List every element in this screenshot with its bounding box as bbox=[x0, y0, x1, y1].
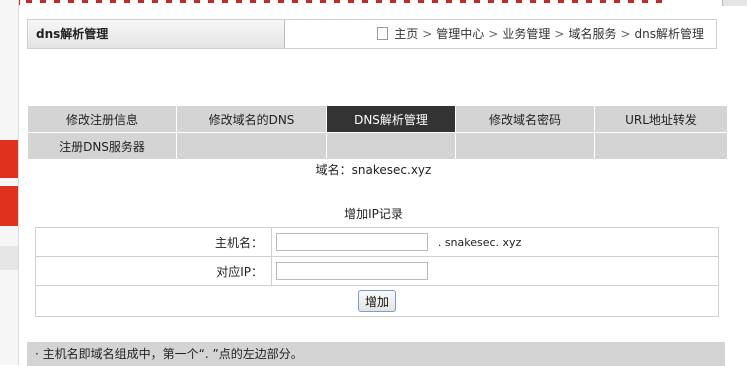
document-icon bbox=[377, 27, 389, 40]
chevron-right-icon: > bbox=[620, 27, 631, 41]
tab-empty bbox=[176, 132, 327, 160]
chevron-right-icon: > bbox=[488, 27, 499, 41]
submit-cell: 增加 bbox=[35, 285, 719, 317]
tab-empty bbox=[326, 132, 456, 160]
breadcrumb-domain-service[interactable]: 域名服务 bbox=[568, 27, 616, 41]
breadcrumb: 主页 > 管理中心 > 业务管理 > 域名服务 > dns解析管理 bbox=[377, 20, 704, 48]
add-ip-form: 主机名： . snakesec. xyz 对应IP： 增加 bbox=[35, 227, 719, 317]
breadcrumb-admin-center[interactable]: 管理中心 bbox=[436, 27, 484, 41]
ip-label: 对应IP： bbox=[35, 256, 272, 286]
host-label: 主机名： bbox=[35, 227, 272, 257]
top-right-tab bbox=[722, 0, 747, 6]
host-suffix: . snakesec. xyz bbox=[437, 235, 522, 249]
header-bar: dns解析管理 主页 > 管理中心 > 业务管理 > 域名服务 > dns解析管理 bbox=[27, 19, 717, 49]
chevron-right-icon: > bbox=[554, 27, 565, 41]
note-bar: · 主机名即域名组成中，第一个“. ”点的左边部分。 bbox=[27, 342, 725, 366]
breadcrumb-business[interactable]: 业务管理 bbox=[502, 27, 550, 41]
form-title: 增加IP记录 bbox=[344, 207, 403, 221]
add-button[interactable]: 增加 bbox=[358, 290, 396, 312]
tab-empty bbox=[455, 132, 595, 160]
ip-input[interactable] bbox=[276, 262, 428, 280]
left-sidebar-strip bbox=[0, 0, 19, 365]
tab-register-dns-server[interactable]: 注册DNS服务器 bbox=[27, 132, 177, 160]
ip-field-cell bbox=[271, 256, 719, 286]
chevron-right-icon: > bbox=[422, 27, 433, 41]
tab-url-forwarding[interactable]: URL地址转发 bbox=[594, 105, 728, 133]
tab-modify-password[interactable]: 修改域名密码 bbox=[455, 105, 595, 133]
top-dotted-line bbox=[26, 0, 666, 3]
tab-dns-management[interactable]: DNS解析管理 bbox=[326, 105, 456, 133]
breadcrumb-current: dns解析管理 bbox=[634, 27, 704, 41]
tab-modify-dns[interactable]: 修改域名的DNS bbox=[176, 105, 327, 133]
breadcrumb-home[interactable]: 主页 bbox=[394, 27, 418, 41]
tab-modify-registration[interactable]: 修改注册信息 bbox=[27, 105, 177, 133]
domain-label: 域名： bbox=[315, 163, 352, 177]
host-input[interactable] bbox=[276, 233, 428, 251]
tab-bar: 修改注册信息 修改域名的DNS DNS解析管理 修改域名密码 URL地址转发 注… bbox=[27, 105, 728, 160]
sidebar-gray-item[interactable] bbox=[0, 246, 18, 270]
tab-empty bbox=[594, 132, 728, 160]
host-field-cell: . snakesec. xyz bbox=[271, 227, 719, 257]
domain-value: snakesec.xyz bbox=[351, 163, 432, 177]
page-title: dns解析管理 bbox=[28, 20, 285, 48]
top-decoration-strip bbox=[0, 0, 747, 8]
domain-info: 域名：snakesec.xyz bbox=[0, 161, 747, 178]
